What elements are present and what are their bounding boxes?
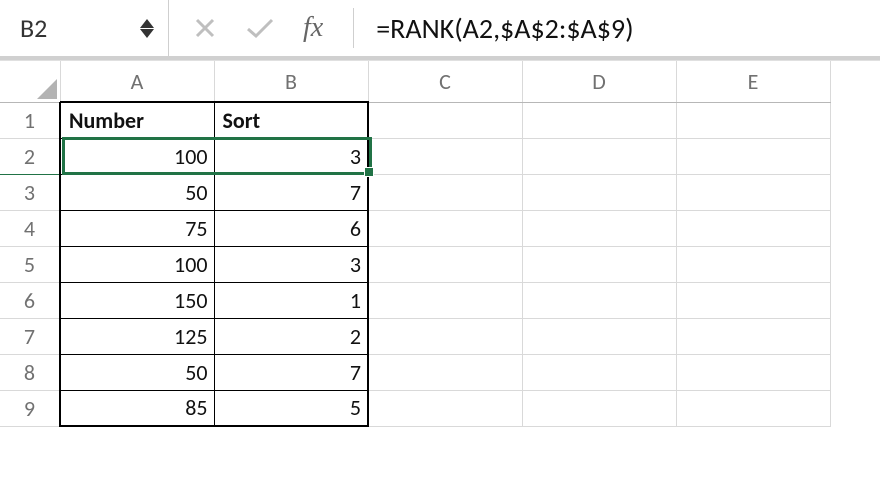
cell-e3[interactable]	[676, 174, 830, 210]
row-header-8[interactable]: 8	[0, 354, 60, 390]
cell-d5[interactable]	[522, 246, 676, 282]
cell-c7[interactable]	[368, 318, 522, 354]
cell-e9[interactable]	[676, 390, 830, 426]
row-5: 5 100 3	[0, 246, 830, 282]
cell-c1[interactable]	[368, 102, 522, 138]
cell-d3[interactable]	[522, 174, 676, 210]
spinner-down-icon[interactable]	[140, 29, 154, 38]
cell-b5[interactable]: 3	[214, 246, 368, 282]
col-header-a[interactable]: A	[60, 61, 214, 102]
cell-a1[interactable]: Number	[60, 102, 214, 138]
cell-d2[interactable]	[522, 138, 676, 174]
cell-e8[interactable]	[676, 354, 830, 390]
name-box[interactable]: B2	[20, 0, 169, 56]
cell-d8[interactable]	[522, 354, 676, 390]
name-box-value: B2	[20, 12, 100, 44]
row-8: 8 50 7	[0, 354, 830, 390]
cell-a2[interactable]: 100	[60, 138, 214, 174]
row-header-4[interactable]: 4	[0, 210, 60, 246]
col-header-e[interactable]: E	[676, 61, 830, 102]
select-all-corner[interactable]	[0, 61, 60, 102]
confirm-icon[interactable]	[245, 16, 275, 40]
fx-label[interactable]: fx	[303, 12, 323, 44]
row-3: 3 50 7	[0, 174, 830, 210]
cell-e7[interactable]	[676, 318, 830, 354]
spinner-up-icon[interactable]	[140, 19, 154, 28]
row-9: 9 85 5	[0, 390, 830, 426]
cell-d1[interactable]	[522, 102, 676, 138]
cell-e6[interactable]	[676, 282, 830, 318]
col-header-c[interactable]: C	[368, 61, 522, 102]
cell-c9[interactable]	[368, 390, 522, 426]
separator	[353, 8, 354, 48]
cell-e5[interactable]	[676, 246, 830, 282]
row-header-9[interactable]: 9	[0, 390, 60, 426]
cell-c3[interactable]	[368, 174, 522, 210]
cell-a7[interactable]: 125	[60, 318, 214, 354]
cell-b8[interactable]: 7	[214, 354, 368, 390]
cell-b2[interactable]: 3	[214, 138, 368, 174]
cell-b6[interactable]: 1	[214, 282, 368, 318]
cell-b9[interactable]: 5	[214, 390, 368, 426]
cell-d4[interactable]	[522, 210, 676, 246]
cell-c4[interactable]	[368, 210, 522, 246]
row-header-6[interactable]: 6	[0, 282, 60, 318]
cell-b7[interactable]: 2	[214, 318, 368, 354]
cell-c8[interactable]	[368, 354, 522, 390]
cell-b3[interactable]: 7	[214, 174, 368, 210]
row-header-7[interactable]: 7	[0, 318, 60, 354]
formula-bar: B2 fx	[0, 0, 880, 60]
cell-a4[interactable]: 75	[60, 210, 214, 246]
cell-b4[interactable]: 6	[214, 210, 368, 246]
cell-d6[interactable]	[522, 282, 676, 318]
row-2: 2 100 3	[0, 138, 830, 174]
spreadsheet-grid[interactable]: A B C D E 1 Number Sort 2 100 3 3 50 7	[0, 60, 880, 427]
row-header-1[interactable]: 1	[0, 102, 60, 138]
formula-controls: fx	[169, 12, 347, 44]
row-4: 4 75 6	[0, 210, 830, 246]
row-6: 6 150 1	[0, 282, 830, 318]
row-7: 7 125 2	[0, 318, 830, 354]
cell-e4[interactable]	[676, 210, 830, 246]
cell-d7[interactable]	[522, 318, 676, 354]
name-box-spinner[interactable]	[140, 19, 154, 38]
formula-input[interactable]	[366, 10, 880, 47]
cell-c6[interactable]	[368, 282, 522, 318]
col-header-d[interactable]: D	[522, 61, 676, 102]
row-header-3[interactable]: 3	[0, 174, 60, 210]
col-header-b[interactable]: B	[214, 61, 368, 102]
cell-b1[interactable]: Sort	[214, 102, 368, 138]
row-header-2[interactable]: 2	[0, 138, 60, 174]
row-header-5[interactable]: 5	[0, 246, 60, 282]
row-1: 1 Number Sort	[0, 102, 830, 138]
cell-a3[interactable]: 50	[60, 174, 214, 210]
cell-a6[interactable]: 150	[60, 282, 214, 318]
cell-e1[interactable]	[676, 102, 830, 138]
column-header-row: A B C D E	[0, 61, 830, 102]
cell-a8[interactable]: 50	[60, 354, 214, 390]
cell-c2[interactable]	[368, 138, 522, 174]
cell-c5[interactable]	[368, 246, 522, 282]
cell-e2[interactable]	[676, 138, 830, 174]
select-all-icon	[37, 79, 57, 99]
cell-a9[interactable]: 85	[60, 390, 214, 426]
cancel-icon[interactable]	[193, 16, 217, 40]
cell-a5[interactable]: 100	[60, 246, 214, 282]
cell-d9[interactable]	[522, 390, 676, 426]
